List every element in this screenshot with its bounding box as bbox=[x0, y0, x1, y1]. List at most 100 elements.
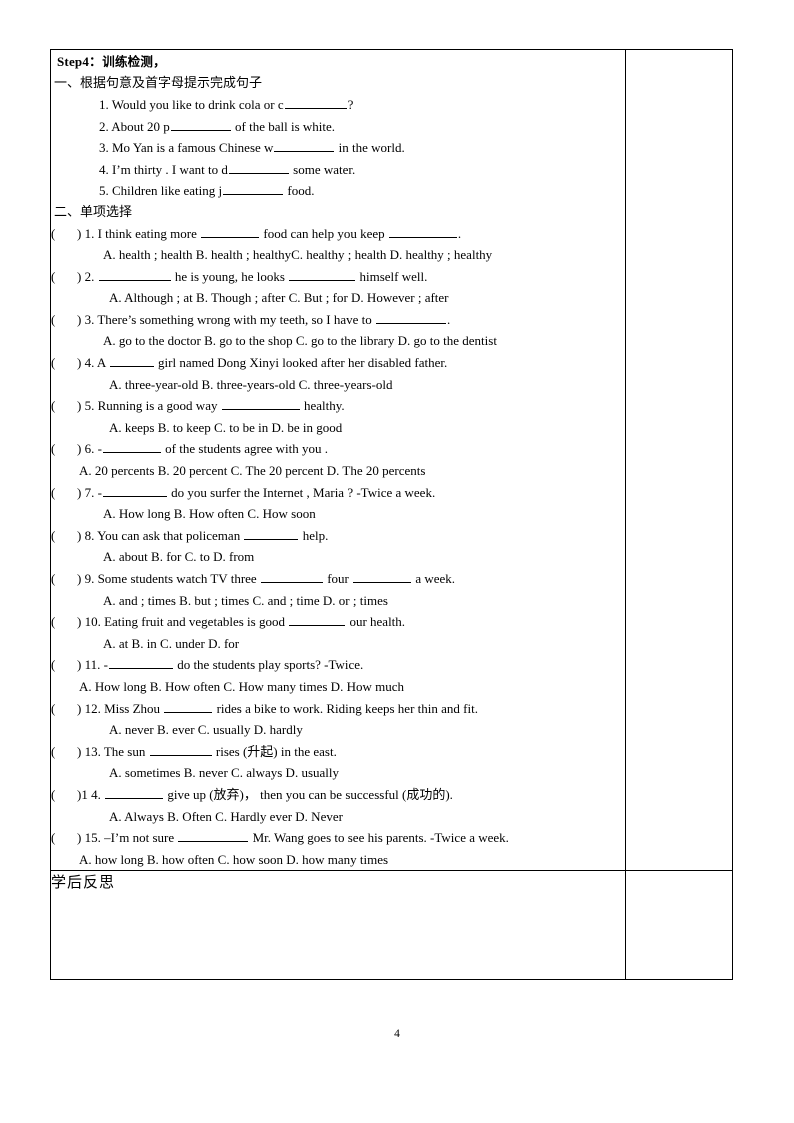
answer-bracket-13[interactable]: ( bbox=[51, 741, 77, 763]
answer-bracket-10[interactable]: ( bbox=[51, 611, 77, 633]
question-8-options[interactable]: A. about B. for C. to D. from bbox=[51, 546, 625, 568]
question-6-options[interactable]: A. 20 percents B. 20 percent C. The 20 p… bbox=[51, 460, 625, 482]
question-10-options[interactable]: A. at B. in C. under D. for bbox=[51, 633, 625, 655]
question-1-stem-mid: food can help you keep bbox=[260, 225, 388, 241]
question-9-stem-mid: four bbox=[323, 571, 353, 586]
question-5-options[interactable]: A. keeps B. to keep C. to be in D. be in… bbox=[51, 417, 625, 439]
question-13-blank-1[interactable] bbox=[149, 742, 212, 756]
question-9-stem-post: a week. bbox=[412, 571, 456, 586]
answer-bracket-3[interactable]: ( bbox=[51, 309, 77, 331]
question-3-blank-1[interactable] bbox=[375, 310, 446, 324]
answer-bracket-12[interactable]: ( bbox=[51, 698, 77, 720]
question-1-stem-pre: ) 1. I think eating more bbox=[77, 225, 201, 241]
reflection-body-cell[interactable] bbox=[625, 870, 733, 981]
answer-bracket-9[interactable]: ( bbox=[51, 568, 77, 590]
table-row-reflection: 学后反思 bbox=[50, 870, 733, 981]
question-13-stem-pre: ) 13. The sun bbox=[77, 743, 149, 759]
question-4: () 4. A girl named Dong Xinyi looked aft… bbox=[51, 352, 625, 374]
question-11-stem-post: do the students play sports? -Twice. bbox=[173, 657, 364, 673]
question-5-blank-1[interactable] bbox=[221, 396, 300, 411]
question-12-blank-1[interactable] bbox=[164, 699, 213, 713]
step-header-label: Step4： bbox=[57, 54, 103, 69]
question-1-blank-2[interactable] bbox=[388, 224, 457, 238]
question-7-blank-1[interactable] bbox=[102, 483, 167, 497]
fill-item-2-post: of the ball is white. bbox=[231, 118, 336, 134]
question-3-stem-post: . bbox=[446, 311, 451, 327]
question-13-stem-post: rises (升起) in the east. bbox=[212, 743, 337, 759]
question-7-options[interactable]: A. How long B. How often C. How soon bbox=[51, 503, 625, 525]
question-2-blank-1[interactable] bbox=[98, 267, 171, 281]
question-3-options[interactable]: A. go to the doctor B. go to the shop C.… bbox=[51, 330, 625, 352]
fill-item-3-post: in the world. bbox=[335, 140, 405, 155]
question-2-stem-pre: ) 2. bbox=[77, 268, 98, 284]
question-14-blank-1[interactable] bbox=[105, 785, 164, 799]
fill-item-4-pre: 4. I’m thirty . I want to d bbox=[99, 161, 228, 177]
question-3-stem-pre: ) 3. There’s something wrong with my tee… bbox=[77, 311, 375, 327]
question-9-options[interactable]: A. and ; times B. but ; times C. and ; t… bbox=[51, 590, 625, 612]
question-11-blank-1[interactable] bbox=[108, 655, 173, 670]
question-15-blank-1[interactable] bbox=[178, 828, 249, 843]
fill-item-1-pre: 1. Would you like to drink cola or c bbox=[99, 97, 284, 112]
question-4-options[interactable]: A. three-year-old B. three-years-old C. … bbox=[51, 374, 625, 396]
question-12-stem-post: rides a bike to work. Riding keeps her t… bbox=[213, 700, 478, 716]
fill-item-3-pre: 3. Mo Yan is a famous Chinese w bbox=[99, 140, 274, 155]
section-one-heading: 一、根据句意及首字母提示完成句子 bbox=[54, 76, 263, 91]
fill-item-5-blank[interactable] bbox=[223, 181, 284, 195]
answer-bracket-7[interactable]: ( bbox=[51, 482, 77, 504]
answer-bracket-1[interactable]: ( bbox=[51, 223, 77, 245]
fill-item-1-post: ? bbox=[347, 97, 354, 112]
worksheet-table: Step4：训练检测， 一、根据句意及首字母提示完成句子 1. Would yo… bbox=[50, 48, 733, 981]
question-2-stem-post: himself well. bbox=[356, 268, 428, 284]
fill-blank-item-1: 1. Would you like to drink cola or c? bbox=[99, 94, 625, 116]
question-12-stem-pre: ) 12. Miss Zhou bbox=[77, 700, 164, 716]
question-8-blank-1[interactable] bbox=[244, 526, 299, 540]
question-9-blank-2[interactable] bbox=[353, 569, 412, 583]
question-14-options[interactable]: A. Always B. Often C. Hardly ever D. Nev… bbox=[51, 806, 625, 828]
fill-item-5-post: food. bbox=[284, 183, 315, 198]
question-1-blank-1[interactable] bbox=[201, 224, 260, 238]
question-13-options[interactable]: A. sometimes B. never C. always D. usual… bbox=[51, 762, 625, 784]
question-2-stem-mid: he is young, he looks bbox=[171, 268, 289, 284]
question-10-stem-post: our health. bbox=[346, 614, 406, 630]
question-9-blank-1[interactable] bbox=[260, 569, 323, 583]
fill-item-5-pre: 5. Children like eating j bbox=[99, 183, 223, 198]
question-11: () 11. - do the students play sports? -T… bbox=[51, 654, 625, 676]
answer-bracket-8[interactable]: ( bbox=[51, 525, 77, 547]
question-2-options[interactable]: A. Although ; at B. Though ; after C. Bu… bbox=[51, 287, 625, 309]
page-canvas: Step4：训练检测， 一、根据句意及首字母提示完成句子 1. Would yo… bbox=[0, 0, 794, 1123]
question-4-stem-post: girl named Dong Xinyi looked after her d… bbox=[154, 355, 448, 371]
question-1-options[interactable]: A. health ; health B. health ; healthyC.… bbox=[51, 244, 625, 266]
question-2-blank-2[interactable] bbox=[289, 267, 356, 281]
question-4-stem-pre: ) 4. A bbox=[77, 355, 109, 371]
question-14-stem-post: give up (放弃)， then you can be successful… bbox=[164, 786, 453, 802]
answer-bracket-2[interactable]: ( bbox=[51, 266, 77, 288]
question-10-blank-1[interactable] bbox=[289, 612, 346, 627]
answer-bracket-14[interactable]: ( bbox=[51, 784, 77, 806]
step-header-chinese: 训练检测， bbox=[102, 54, 166, 69]
answer-bracket-6[interactable]: ( bbox=[51, 438, 77, 460]
question-1-stem-post: . bbox=[457, 225, 462, 241]
fill-item-3-blank[interactable] bbox=[274, 138, 335, 152]
question-13: () 13. The sun rises (升起) in the east. bbox=[51, 741, 625, 763]
question-15-options[interactable]: A. how long B. how often C. how soon D. … bbox=[51, 849, 625, 871]
multiple-choice-list: () 1. I think eating more food can help … bbox=[51, 223, 625, 871]
answer-bracket-11[interactable]: ( bbox=[51, 654, 77, 676]
answer-bracket-15[interactable]: ( bbox=[51, 827, 77, 849]
question-14: ()1 4. give up (放弃)， then you can be suc… bbox=[51, 784, 625, 806]
question-8-stem-pre: ) 8. You can ask that policeman bbox=[77, 527, 244, 543]
step-header: Step4：训练检测， bbox=[57, 52, 625, 72]
fill-item-4-blank[interactable] bbox=[228, 160, 289, 174]
answer-bracket-4[interactable]: ( bbox=[51, 352, 77, 374]
question-8-stem-post: help. bbox=[299, 527, 329, 543]
question-15: () 15. –I’m not sure Mr. Wang goes to se… bbox=[51, 827, 625, 849]
question-10: () 10. Eating fruit and vegetables is go… bbox=[51, 611, 625, 633]
question-9: () 9. Some students watch TV three four … bbox=[51, 568, 625, 590]
question-4-blank-1[interactable] bbox=[109, 353, 154, 368]
answer-bracket-5[interactable]: ( bbox=[51, 395, 77, 417]
question-11-options[interactable]: A. How long B. How often C. How many tim… bbox=[51, 676, 625, 698]
question-12-options[interactable]: A. never B. ever C. usually D. hardly bbox=[51, 719, 625, 741]
fill-item-1-blank[interactable] bbox=[284, 95, 347, 109]
question-3: () 3. There’s something wrong with my te… bbox=[51, 309, 625, 331]
fill-item-2-blank[interactable] bbox=[170, 117, 231, 131]
question-6-blank-1[interactable] bbox=[102, 439, 161, 454]
